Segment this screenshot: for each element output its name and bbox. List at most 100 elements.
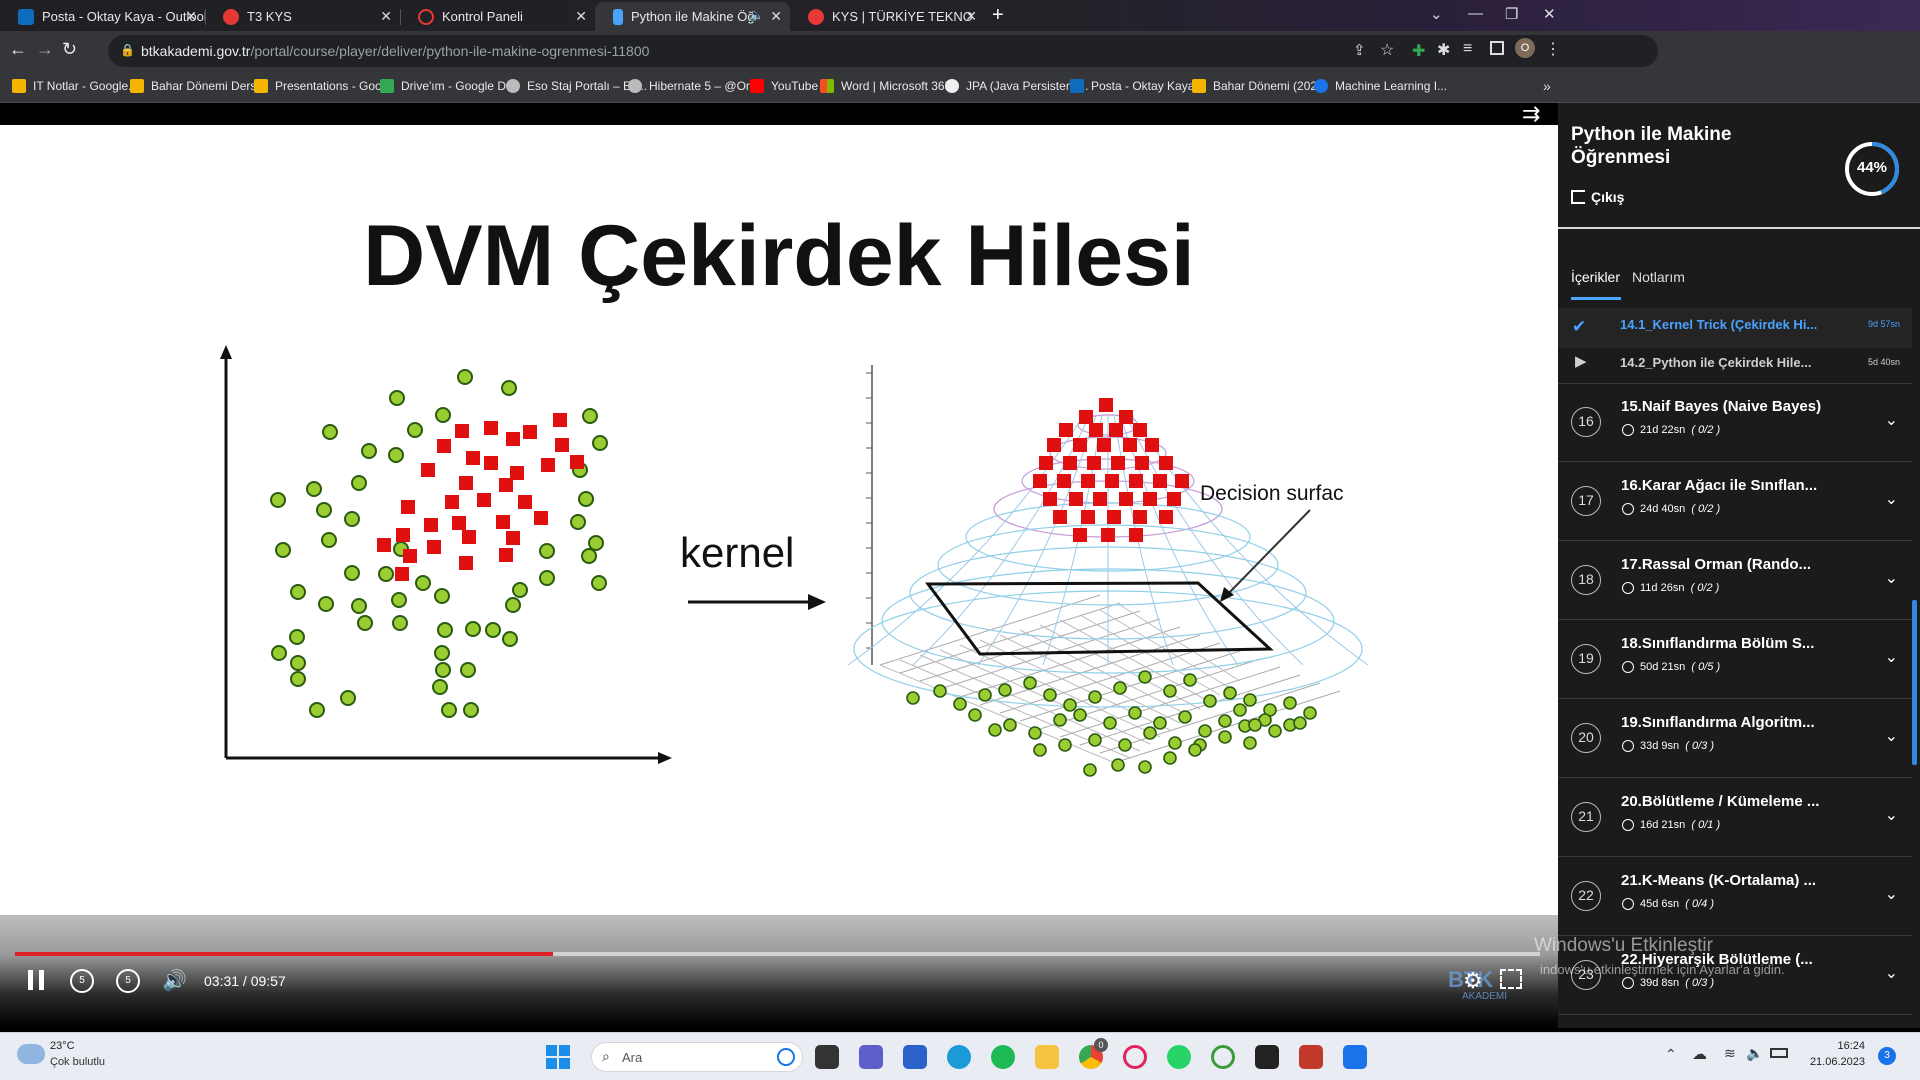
edge-icon[interactable] bbox=[947, 1045, 971, 1069]
speaker-icon[interactable]: 🔈 bbox=[1746, 1045, 1763, 1062]
reading-list-icon[interactable]: ≡ bbox=[1463, 40, 1472, 58]
clock-date[interactable]: 21.06.2023 bbox=[1800, 1056, 1865, 1068]
forward-icon[interactable]: → bbox=[36, 39, 54, 60]
section-item[interactable]: 17 16.Karar Ağacı ile Sınıflan... 24d 40sn… bbox=[1558, 463, 1912, 541]
tab-python-makine[interactable]: Python ile Makine Öğrenmesi 🔈 ✕ bbox=[595, 2, 790, 31]
chevron-down-icon[interactable]: ⌄ bbox=[1885, 647, 1898, 667]
clock-time[interactable]: 16:24 bbox=[1815, 1040, 1865, 1052]
side-panel-icon[interactable] bbox=[1490, 41, 1504, 55]
battery-icon[interactable] bbox=[1770, 1048, 1788, 1058]
section-item[interactable]: 20 19.Sınıflandırma Algoritm... 33d 9sn ( … bbox=[1558, 700, 1912, 778]
section-item[interactable]: 19 18.Sınıflandırma Bölüm S... 50d 21sn ( … bbox=[1558, 621, 1912, 699]
app-green-ring-icon[interactable] bbox=[1211, 1045, 1235, 1069]
bookmark-item[interactable]: Hibernate 5 – @On... bbox=[628, 79, 763, 93]
bookmark-item[interactable]: IT Notlar - Google... bbox=[12, 79, 138, 93]
onedrive-icon[interactable]: ☁ bbox=[1692, 1045, 1707, 1063]
chevron-down-icon[interactable]: ⌄ bbox=[1885, 963, 1898, 983]
bookmark-item[interactable]: Bahar Dönemi (202... bbox=[1192, 79, 1327, 93]
close-tab-icon[interactable]: ✕ bbox=[185, 8, 197, 25]
video-player[interactable]: ⇉ DVM Çekirdek Hilesi kernel Decision su… bbox=[0, 101, 1558, 1028]
back-icon[interactable]: ← bbox=[9, 39, 27, 60]
tab-notlarim[interactable]: Notlarım bbox=[1632, 269, 1685, 285]
section-item[interactable]: 21 20.Bölütleme / Kümeleme ... 16d 21sn ( … bbox=[1558, 779, 1912, 857]
profile-avatar[interactable]: O bbox=[1515, 38, 1535, 58]
section-item[interactable]: 22 21.K-Means (K-Ortalama) ... 45d 6sn ( 0… bbox=[1558, 858, 1912, 936]
teams-icon[interactable] bbox=[859, 1045, 883, 1069]
red-square bbox=[1093, 492, 1107, 506]
opera-icon[interactable] bbox=[1123, 1045, 1147, 1069]
toggle-sidebar-icon[interactable]: ⇉ bbox=[1522, 101, 1540, 127]
tab-t3-kys[interactable]: T3 KYS ✕ bbox=[205, 2, 400, 31]
bookmark-item[interactable]: Drive'ım - Google D... bbox=[380, 79, 516, 93]
chevron-down-icon[interactable]: ⌄ bbox=[1885, 805, 1898, 825]
bookmark-item[interactable]: Posta - Oktay Kaya... bbox=[1070, 79, 1204, 93]
tab-search-icon[interactable]: ⌄ bbox=[1430, 5, 1443, 23]
green-point bbox=[1243, 693, 1257, 707]
close-tab-icon[interactable]: ✕ bbox=[575, 8, 587, 25]
chevron-down-icon[interactable]: ⌄ bbox=[1885, 489, 1898, 509]
lock-icon[interactable]: 🔒 bbox=[120, 43, 135, 57]
chevron-down-icon[interactable]: ⌄ bbox=[1885, 568, 1898, 588]
lesson-item[interactable]: ▶ 14.2_Python ile Çekirdek Hile... 5d 40… bbox=[1558, 343, 1912, 383]
chevron-down-icon[interactable]: ⌄ bbox=[1885, 726, 1898, 746]
close-tab-icon[interactable]: ✕ bbox=[965, 8, 977, 25]
weather-cloud-icon[interactable] bbox=[17, 1044, 45, 1064]
progress-bar[interactable] bbox=[15, 952, 1540, 956]
notification-badge[interactable]: 3 bbox=[1878, 1047, 1896, 1065]
tab-kys-turkiye[interactable]: KYS | TÜRKİYE TEKNOLOJİ TAKIMI ✕ bbox=[790, 2, 985, 31]
close-tab-icon[interactable]: ✕ bbox=[380, 8, 392, 25]
pause-icon[interactable] bbox=[28, 970, 46, 992]
menu-kebab-icon[interactable]: ⋮ bbox=[1545, 39, 1561, 59]
volume-icon[interactable]: 🔊 bbox=[162, 968, 187, 993]
close-tab-icon[interactable]: ✕ bbox=[770, 8, 782, 25]
bookmark-item[interactable]: JPA (Java Persistenc... bbox=[945, 79, 1089, 93]
store-icon[interactable] bbox=[903, 1045, 927, 1069]
extension-green-icon[interactable]: ✚ bbox=[1412, 41, 1425, 61]
share-icon[interactable]: ⇪ bbox=[1353, 41, 1366, 59]
skip-forward-icon[interactable]: 5 bbox=[116, 969, 140, 993]
bing-icon[interactable] bbox=[777, 1048, 795, 1066]
tab-kontrol-paneli[interactable]: Kontrol Paneli ✕ bbox=[400, 2, 595, 31]
reload-icon[interactable]: ↻ bbox=[62, 39, 77, 60]
skip-back-icon[interactable]: 5 bbox=[70, 969, 94, 993]
exit-button[interactable]: Çıkış bbox=[1571, 189, 1624, 205]
chevron-down-icon[interactable]: ⌄ bbox=[1885, 410, 1898, 430]
bookmark-item[interactable]: Bahar Dönemi Ders... bbox=[130, 79, 266, 93]
settings-gear-icon[interactable]: ⚙ bbox=[1463, 968, 1483, 994]
section-item[interactable]: 16 15.Naif Bayes (Naive Bayes) 21d 22sn ( … bbox=[1558, 384, 1912, 462]
snipping-tool-icon[interactable] bbox=[1299, 1045, 1323, 1069]
restore-icon[interactable]: ❐ bbox=[1505, 5, 1518, 23]
show-hidden-icons-icon[interactable]: ⌃ bbox=[1665, 1046, 1677, 1063]
minimize-icon[interactable]: — bbox=[1468, 5, 1483, 22]
whatsapp-icon[interactable] bbox=[1167, 1045, 1191, 1069]
task-view-icon[interactable] bbox=[815, 1045, 839, 1069]
sidebar-scrollbar[interactable] bbox=[1912, 600, 1917, 765]
fullscreen-icon[interactable] bbox=[1500, 969, 1522, 989]
chevron-down-icon[interactable]: ⌄ bbox=[1885, 884, 1898, 904]
bookmark-item[interactable]: Presentations - Goo... bbox=[254, 79, 392, 93]
bookmark-item[interactable]: Eso Staj Portalı – Es... bbox=[506, 79, 647, 93]
taskbar-search[interactable]: ⌕ Ara bbox=[591, 1042, 803, 1072]
more-bookmarks-icon[interactable]: » bbox=[1543, 78, 1551, 94]
tab-icerikler[interactable]: İçerikler bbox=[1571, 269, 1620, 285]
audio-playing-icon[interactable]: 🔈 bbox=[749, 8, 764, 22]
section-item[interactable]: 18 17.Rassal Orman (Rando... 11d 26sn ( 0/… bbox=[1558, 542, 1912, 620]
wifi-icon[interactable]: ≋ bbox=[1724, 1045, 1736, 1062]
extensions-puzzle-icon[interactable]: ✱ bbox=[1437, 40, 1450, 60]
weather-temp[interactable]: 23°C bbox=[50, 1040, 75, 1052]
address-bar[interactable]: 🔒 btkakademi.gov.tr/portal/course/player… bbox=[108, 35, 1658, 67]
windows-start-icon[interactable] bbox=[546, 1045, 570, 1069]
file-explorer-icon[interactable] bbox=[1035, 1045, 1059, 1069]
new-tab-icon[interactable]: + bbox=[992, 4, 1004, 27]
bookmark-item[interactable]: YouTube bbox=[750, 79, 818, 93]
bookmark-item[interactable]: Word | Microsoft 365 bbox=[820, 79, 951, 93]
bookmark-item[interactable]: Machine Learning I... bbox=[1314, 79, 1447, 93]
notepad-icon[interactable] bbox=[1343, 1045, 1367, 1069]
spotify-icon[interactable] bbox=[991, 1045, 1015, 1069]
terminal-icon[interactable] bbox=[1255, 1045, 1279, 1069]
close-window-icon[interactable]: ✕ bbox=[1543, 5, 1556, 23]
bookmark-star-icon[interactable]: ☆ bbox=[1380, 40, 1394, 60]
lesson-item-completed[interactable]: ✔ 14.1_Kernel Trick (Çekirdek Hi... 9d 5… bbox=[1558, 308, 1912, 348]
weather-desc[interactable]: Çok bulutlu bbox=[50, 1056, 105, 1068]
tab-outlook[interactable]: Posta - Oktay Kaya - Outlook ✕ bbox=[0, 2, 205, 31]
